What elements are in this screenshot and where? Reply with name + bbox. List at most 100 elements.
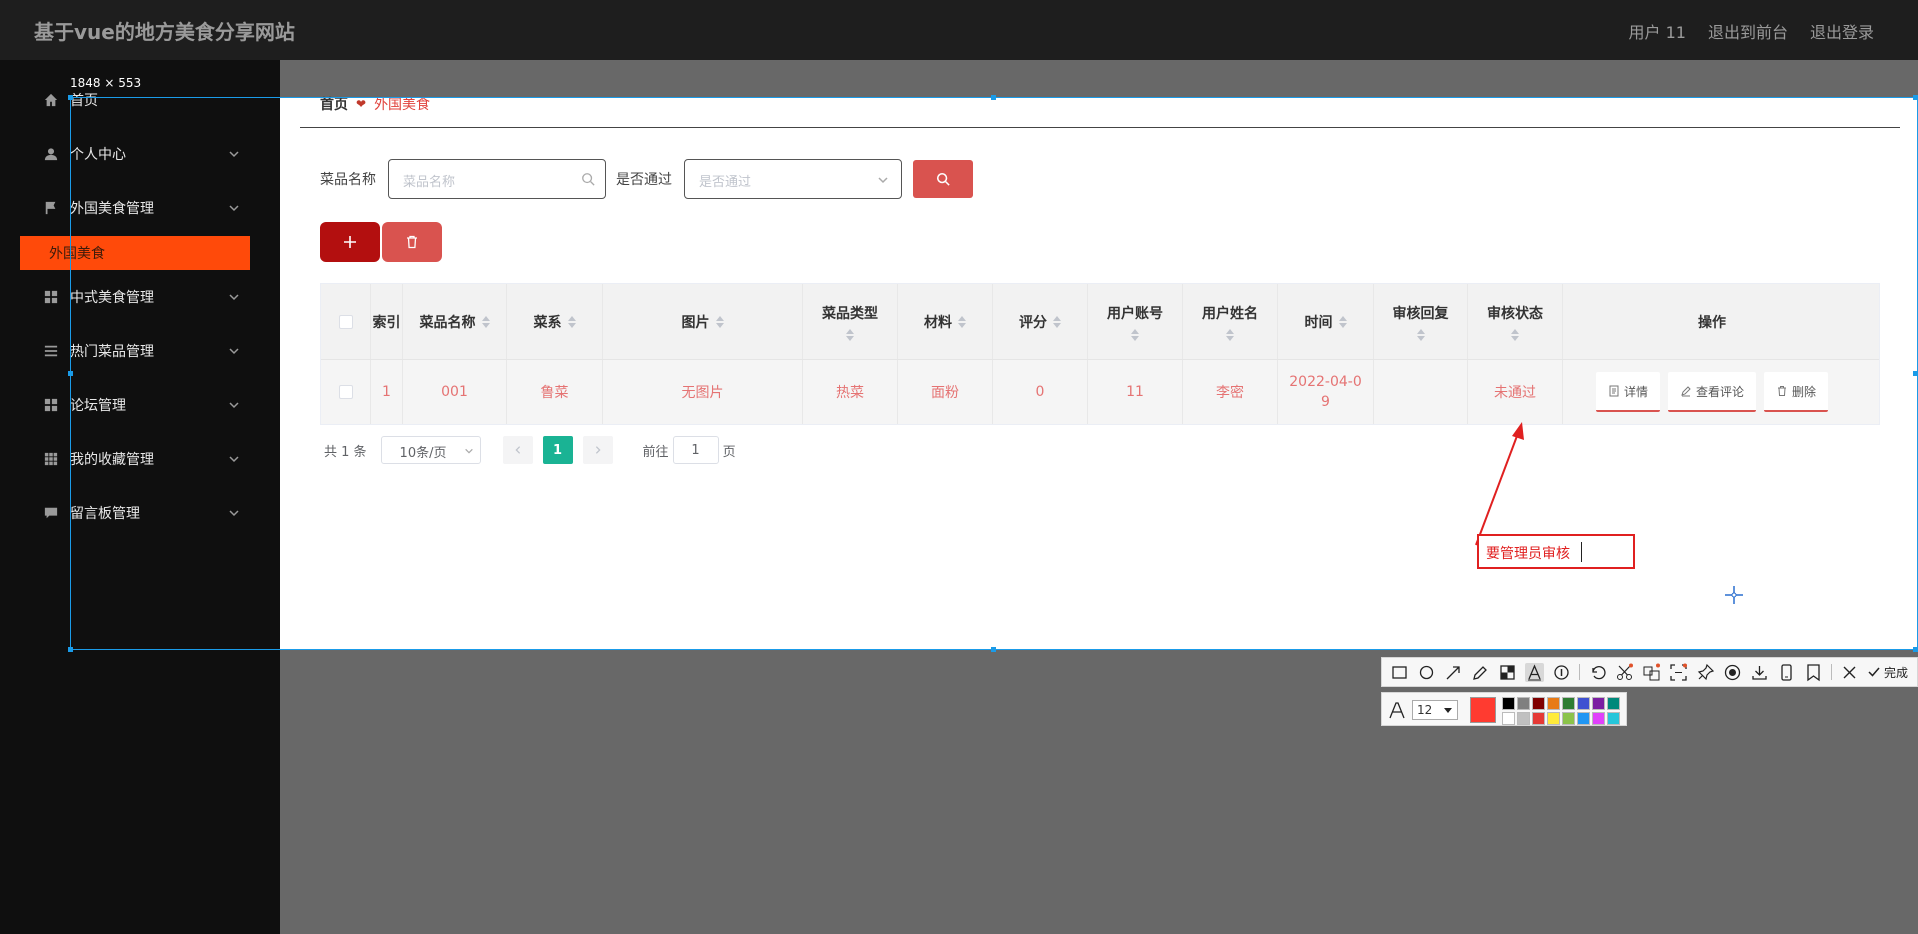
- row-checkbox[interactable]: [338, 385, 353, 399]
- annotation-text-box[interactable]: 要管理员审核: [1477, 534, 1635, 569]
- color-swatch[interactable]: [1562, 712, 1575, 725]
- sidebar-item-favorites[interactable]: 我的收藏管理: [0, 432, 280, 486]
- mosaic-tool-icon[interactable]: [1498, 663, 1517, 682]
- color-swatch[interactable]: [1547, 697, 1560, 710]
- col-dish-name[interactable]: 菜品名称: [403, 284, 507, 359]
- sidebar-item-profile[interactable]: 个人中心: [0, 127, 280, 181]
- color-swatch[interactable]: [1517, 712, 1530, 725]
- color-swatch[interactable]: [1532, 712, 1545, 725]
- sidebar-item-guestbook[interactable]: 留言板管理: [0, 486, 280, 540]
- sidebar-subitem-foreign-food[interactable]: 外国美食: [20, 236, 250, 270]
- selection-handle[interactable]: [68, 647, 73, 652]
- goto-page-input[interactable]: 1: [672, 436, 719, 464]
- heart-icon: ❤: [356, 97, 367, 111]
- col-image[interactable]: 图片: [603, 284, 803, 359]
- dropdown-arrow-icon: [1444, 708, 1452, 713]
- edit-icon: [1681, 386, 1691, 397]
- detail-button[interactable]: 详情: [1595, 372, 1660, 412]
- current-color-swatch[interactable]: [1470, 697, 1496, 723]
- col-dish-type[interactable]: 菜品类型: [803, 284, 898, 359]
- page-number-current[interactable]: 1: [542, 436, 573, 464]
- selection-handle[interactable]: [991, 95, 996, 100]
- sidebar-item-foreign-food[interactable]: 外国美食管理: [0, 181, 280, 235]
- col-material[interactable]: 材料: [898, 284, 993, 359]
- download-icon[interactable]: [1750, 663, 1769, 682]
- selection-handle[interactable]: [68, 95, 73, 100]
- ocr-icon[interactable]: [1669, 663, 1688, 682]
- color-swatch[interactable]: [1562, 697, 1575, 710]
- col-time[interactable]: 时间: [1278, 284, 1374, 359]
- approved-select[interactable]: 是否通过: [684, 159, 902, 199]
- cell-image: 无图片: [603, 360, 803, 424]
- cell-index: 1: [371, 360, 403, 424]
- col-username[interactable]: 用户姓名: [1183, 284, 1278, 359]
- search-button[interactable]: [913, 160, 973, 198]
- selection-handle[interactable]: [1913, 647, 1918, 652]
- color-swatch[interactable]: [1547, 712, 1560, 725]
- pencil-tool-icon[interactable]: [1471, 663, 1490, 682]
- prev-page-button[interactable]: [502, 436, 533, 464]
- select-all-checkbox[interactable]: [338, 314, 353, 329]
- color-swatch[interactable]: [1592, 697, 1605, 710]
- action-buttons: [320, 222, 442, 262]
- user-link[interactable]: 用户 11: [1629, 19, 1686, 43]
- pin-icon[interactable]: [1696, 663, 1715, 682]
- col-account[interactable]: 用户账号: [1088, 284, 1183, 359]
- sidebar-item-chinese-food[interactable]: 中式美食管理: [0, 270, 280, 324]
- cell-ops: 详情 查看评论 删除: [1563, 360, 1861, 424]
- color-swatch[interactable]: [1592, 712, 1605, 725]
- user-icon: [44, 148, 58, 161]
- color-swatch[interactable]: [1607, 697, 1620, 710]
- selection-handle[interactable]: [991, 647, 996, 652]
- chevron-down-icon: [229, 456, 239, 463]
- next-page-button[interactable]: [582, 436, 613, 464]
- sidebar-item-forum[interactable]: 论坛管理: [0, 378, 280, 432]
- back-to-front-link[interactable]: 退出到前台: [1708, 19, 1788, 43]
- rectangle-tool-icon[interactable]: [1390, 663, 1409, 682]
- arrow-tool-icon[interactable]: [1444, 663, 1463, 682]
- color-swatch[interactable]: [1502, 712, 1515, 725]
- text-tool-icon[interactable]: [1525, 662, 1544, 682]
- sort-icon: [1053, 315, 1061, 328]
- logout-link[interactable]: 退出登录: [1810, 19, 1874, 43]
- bookmark-icon[interactable]: [1804, 663, 1823, 682]
- breadcrumb-current: 外国美食: [374, 97, 431, 113]
- annotation-arrow[interactable]: [1460, 420, 1530, 550]
- delete-button[interactable]: 删除: [1764, 372, 1829, 412]
- selection-handle[interactable]: [1913, 371, 1918, 376]
- color-swatch[interactable]: [1607, 712, 1620, 725]
- page-size-select[interactable]: 10条/页: [380, 436, 481, 464]
- scissors-icon[interactable]: [1615, 663, 1634, 682]
- selection-handle[interactable]: [68, 371, 73, 376]
- breadcrumb-home[interactable]: 首页: [320, 94, 348, 114]
- add-button[interactable]: [320, 222, 380, 262]
- color-swatch[interactable]: [1532, 697, 1545, 710]
- record-icon[interactable]: [1723, 663, 1742, 682]
- selection-dimensions: 1848 × 553: [70, 76, 142, 90]
- color-palette: [1502, 697, 1620, 725]
- close-icon[interactable]: [1840, 663, 1859, 682]
- col-score[interactable]: 评分: [993, 284, 1088, 359]
- sidebar-item-hot-dishes[interactable]: 热门菜品管理: [0, 324, 280, 378]
- col-cuisine[interactable]: 菜系: [507, 284, 603, 359]
- color-swatch[interactable]: [1577, 697, 1590, 710]
- color-swatch[interactable]: [1577, 712, 1590, 725]
- col-reply[interactable]: 审核回复: [1374, 284, 1468, 359]
- phone-icon[interactable]: [1777, 663, 1796, 682]
- selection-handle[interactable]: [1913, 95, 1918, 100]
- color-swatch[interactable]: [1517, 697, 1530, 710]
- number-tool-icon[interactable]: [1552, 663, 1571, 682]
- view-comments-button[interactable]: 查看评论: [1667, 372, 1756, 412]
- food-table: 索引 菜品名称 菜系 图片 菜品类型 材料 评分 用户账号 用户姓名 时间 审核…: [320, 283, 1880, 425]
- dish-name-input[interactable]: 菜品名称: [388, 159, 606, 199]
- font-size-select[interactable]: 12: [1412, 700, 1458, 720]
- ellipse-tool-icon[interactable]: [1417, 663, 1436, 682]
- batch-delete-button[interactable]: [382, 222, 442, 262]
- chevron-right-icon: [595, 446, 601, 454]
- done-button[interactable]: 完成: [1867, 664, 1908, 681]
- col-status[interactable]: 审核状态: [1468, 284, 1563, 359]
- total-count: 共 1 条: [324, 444, 367, 460]
- translate-icon[interactable]: [1642, 663, 1661, 682]
- undo-icon[interactable]: [1588, 663, 1607, 682]
- color-swatch[interactable]: [1502, 697, 1515, 710]
